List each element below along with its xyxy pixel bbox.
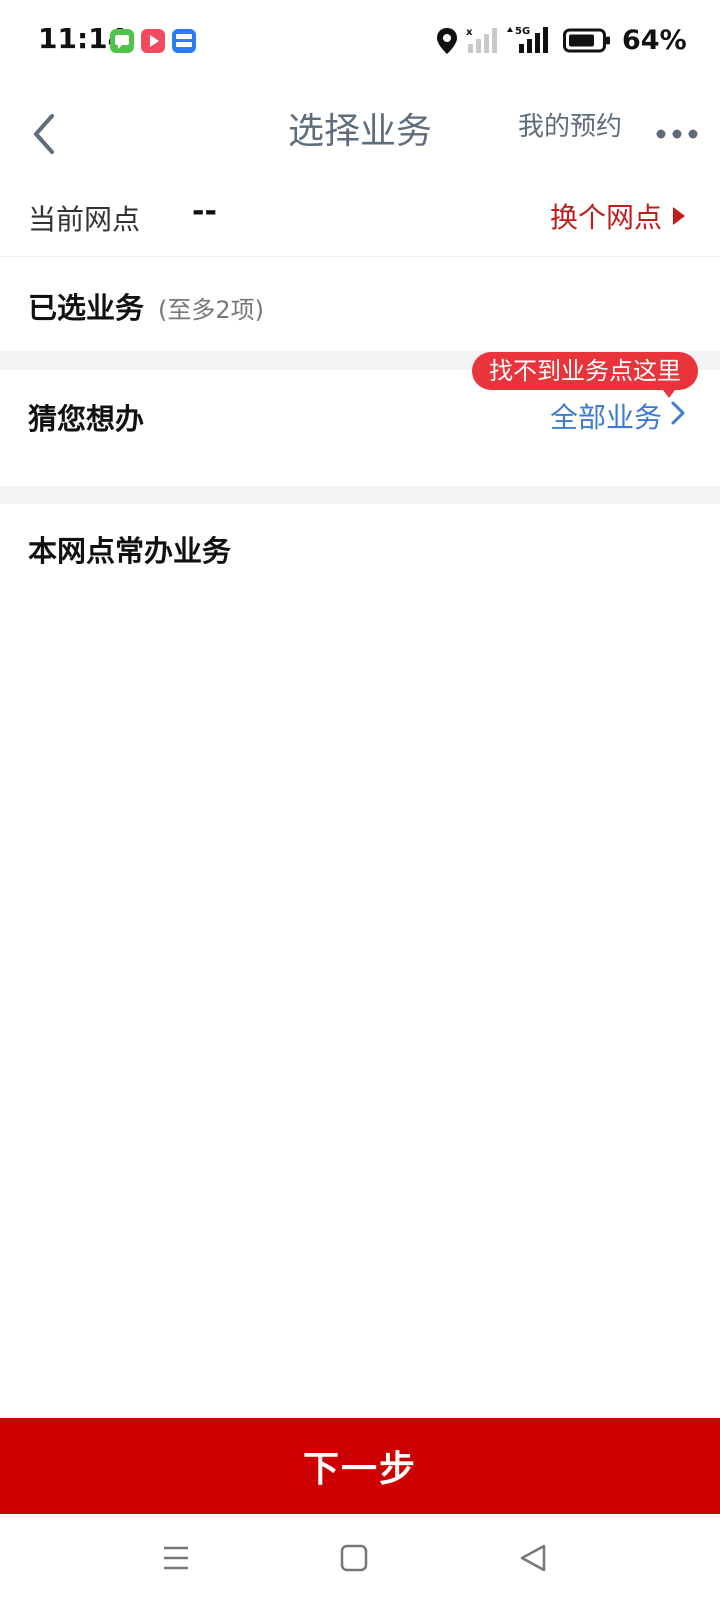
next-step-button[interactable]: 下一步 [0,1418,720,1514]
menu-icon[interactable] [156,1538,196,1578]
location-icon [435,27,459,55]
current-branch-row: 当前网点 -- 换个网点 [0,180,720,257]
triangle-right-icon [672,200,686,233]
nav-bar: 选择业务 我的预约 [0,84,720,180]
system-nav-bar [0,1514,720,1604]
signal-5g-icon: 5G [505,24,551,54]
chevron-right-icon [670,400,686,433]
battery-icon [563,28,613,54]
selected-business-row: 已选业务 (至多2项) [0,257,720,351]
status-bar: 11:14 x 5G 64% [0,0,720,84]
battery-percent: 64% [622,25,687,56]
section-divider [0,486,720,504]
hint-tooltip[interactable]: 找不到业务点这里 [472,352,698,390]
message-app-icon [110,29,134,53]
video-app-icon [141,29,165,53]
current-branch-value: -- [192,194,217,229]
back-triangle-icon[interactable] [514,1538,554,1578]
tooltip-pointer [660,386,678,398]
selected-business-label: 已选业务 [28,291,145,325]
all-business-link[interactable]: 全部业务 [550,396,686,436]
yupao-app-icon [172,29,196,53]
change-branch-label: 换个网点 [549,201,662,234]
svg-text:5G: 5G [515,26,530,37]
change-branch-button[interactable]: 换个网点 [550,196,686,236]
home-icon[interactable] [334,1538,374,1578]
common-business-section: 本网点常办业务 [0,504,720,584]
guess-section-title: 猜您想办 [28,402,145,436]
my-appointments-link[interactable]: 我的预约 [518,106,622,143]
current-branch-label: 当前网点 [28,203,141,236]
all-business-label: 全部业务 [549,401,662,434]
selected-business-hint: (至多2项) [158,296,264,324]
svg-text:x: x [466,27,473,38]
more-options-icon[interactable] [655,114,701,154]
no-signal-icon: x [466,26,500,54]
common-business-title: 本网点常办业务 [28,534,232,568]
